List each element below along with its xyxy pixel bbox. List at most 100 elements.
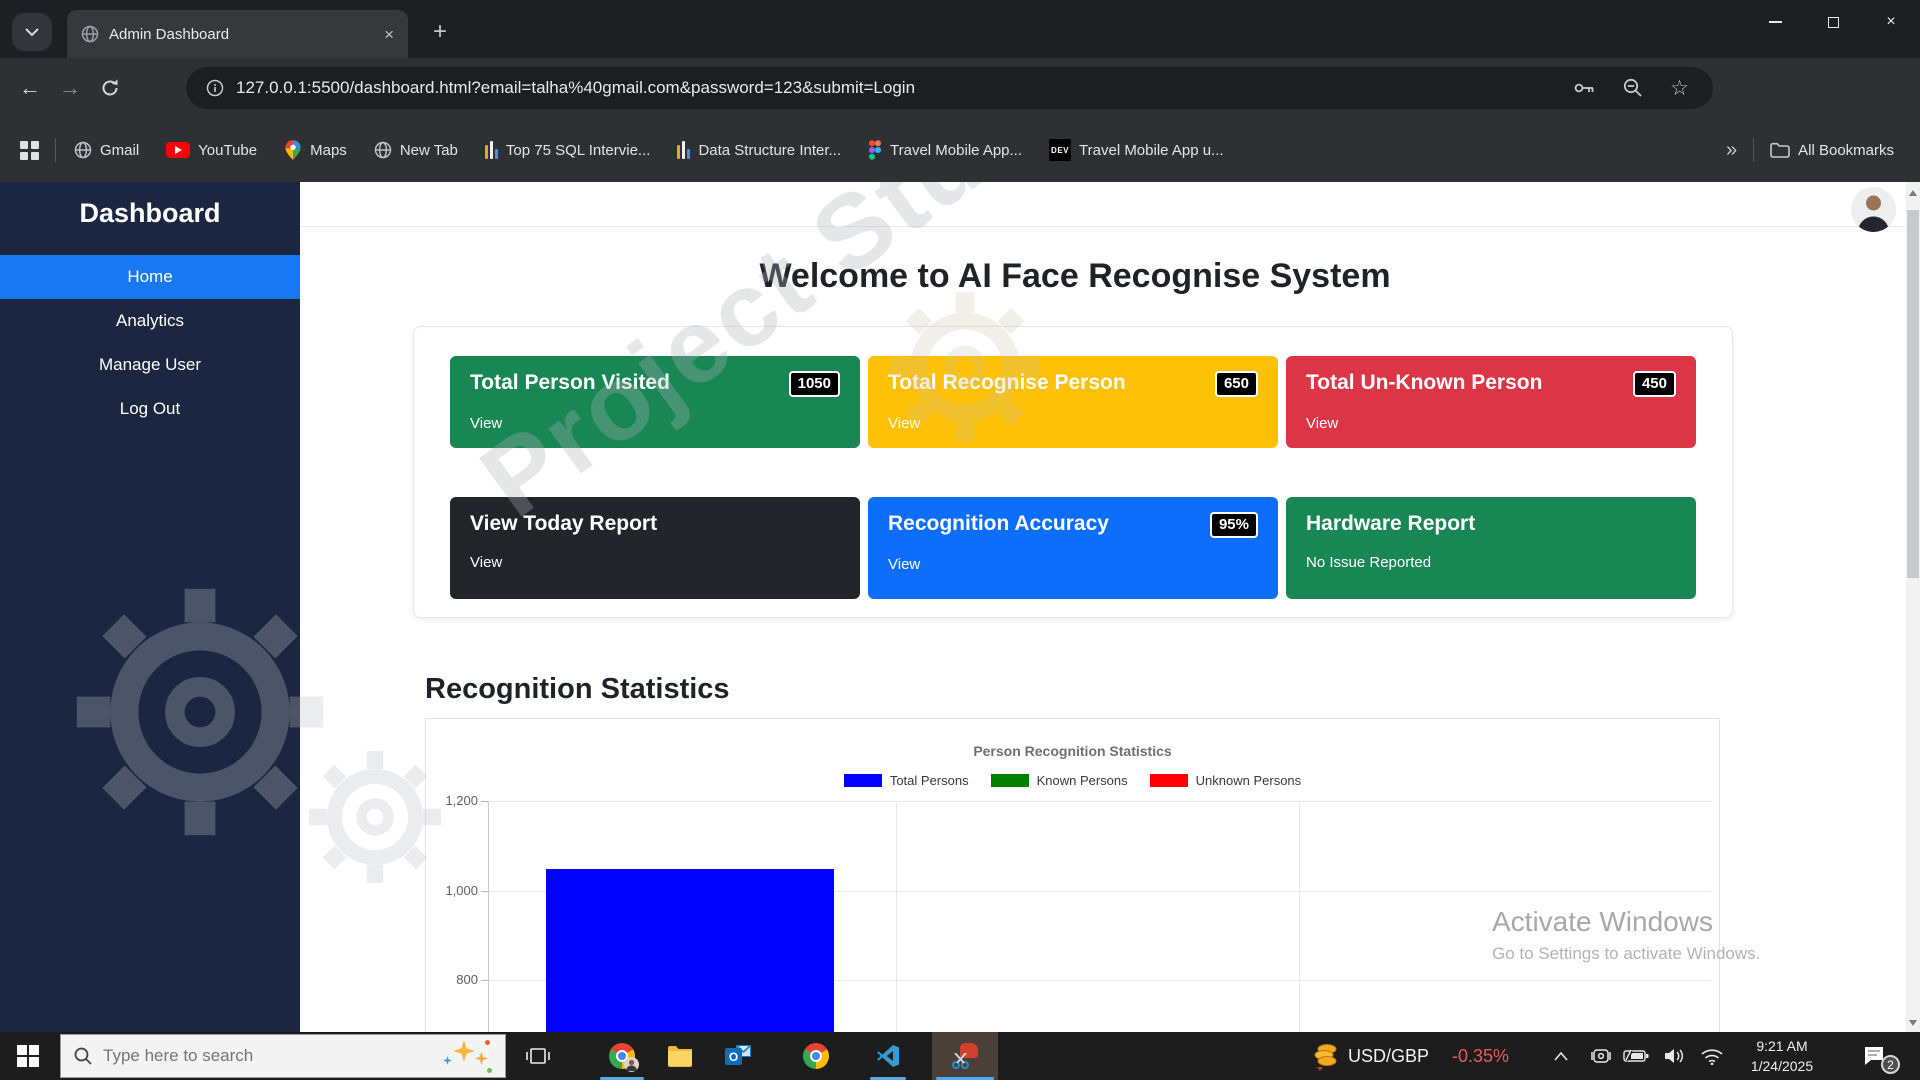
gridline [896,801,897,1032]
taskbar-clock[interactable]: 9:21 AM 1/24/2025 [1734,1032,1830,1080]
legend-item[interactable]: Known Persons [991,773,1128,788]
page-scrollbar[interactable] [1906,182,1920,1032]
coins-icon [1311,1041,1341,1071]
taskbar-search[interactable] [60,1034,506,1078]
globe-icon [81,25,99,43]
all-bookmarks-button[interactable]: All Bookmarks [1770,142,1894,159]
bookmark-dev-travel-app[interactable]: DEV Travel Mobile App u... [1049,139,1224,161]
back-button[interactable]: ← [10,68,50,108]
card-badge: 650 [1215,371,1258,397]
view-link[interactable]: View [888,415,920,432]
card-title: Hardware Report [1306,512,1475,536]
tab-search-button[interactable] [12,13,52,51]
card-hardware-report: Hardware Report No Issue Reported [1286,497,1696,599]
bookmark-youtube[interactable]: YouTube [166,142,257,159]
camera-icon [1590,1047,1612,1065]
bookmarks-divider [55,138,56,162]
card-title: Total Recognise Person [888,371,1126,395]
bookmark-gmail[interactable]: Gmail [74,141,139,159]
card-badge: 95% [1210,512,1258,538]
apps-grid-icon[interactable] [20,141,39,160]
y-tick-label: 800 [426,972,478,987]
activate-windows-watermark: Activate Windows Go to Settings to activ… [1492,906,1760,964]
dev-icon: DEV [1049,139,1071,161]
password-key-icon[interactable] [1572,77,1596,99]
legend-item[interactable]: Unknown Persons [1150,773,1302,788]
bookmarks-overflow-chevron[interactable]: » [1726,139,1737,162]
zoom-icon[interactable] [1622,77,1644,99]
tab-strip: Admin Dashboard × + × [0,0,1920,58]
bookmark-data-structure[interactable]: Data Structure Inter... [677,141,841,159]
wifi-icon [1701,1048,1723,1065]
taskbar-vscode-button[interactable] [862,1032,914,1080]
taskbar-stocks-widget-icon[interactable] [1306,1032,1346,1080]
stock-change[interactable]: -0.35% [1452,1032,1509,1080]
reload-button[interactable] [90,68,130,108]
browser-tab[interactable]: Admin Dashboard × [67,10,408,58]
tray-volume-button[interactable] [1656,1032,1692,1080]
search-input[interactable] [103,1046,431,1066]
bookmark-sql-interview[interactable]: Top 75 SQL Intervie... [485,141,651,159]
minimize-icon [1769,21,1782,23]
bookmark-label: Data Structure Inter... [698,142,841,159]
site-info-icon[interactable] [206,79,224,97]
y-tick-label: 1,200 [426,793,478,808]
folder-icon [1770,142,1790,158]
forward-button[interactable]: → [50,68,90,108]
tray-chevron-up[interactable] [1544,1032,1578,1080]
y-axis-line [488,801,489,1032]
taskbar-chrome-button[interactable] [790,1032,842,1080]
section-heading: Recognition Statistics [425,673,730,706]
date: 1/24/2025 [1751,1056,1813,1076]
sidebar-item-log-out[interactable]: Log Out [0,387,300,431]
sidebar-item-manage-user[interactable]: Manage User [0,343,300,387]
view-link[interactable]: View [470,415,502,432]
tray-wifi-button[interactable] [1694,1032,1730,1080]
tray-battery-button[interactable] [1618,1032,1654,1080]
new-tab-button[interactable]: + [424,16,456,48]
page-title: Welcome to AI Face Recognise System [300,257,1850,296]
window-controls: × [1746,0,1920,44]
start-button[interactable] [0,1032,56,1080]
view-link[interactable]: View [1306,415,1338,432]
taskbar-snipping-tool-button[interactable] [932,1032,998,1080]
tab-close-icon[interactable]: × [384,26,394,43]
card-total-person-visited: Total Person Visited 1050 View [450,356,860,448]
taskbar-outlook-button[interactable]: O [712,1032,764,1080]
bars-icon [677,141,690,159]
page-header [300,182,1906,227]
legend-label: Known Persons [1037,773,1128,788]
bookmark-label: New Tab [400,142,458,159]
bars-icon [485,141,498,159]
stock-ticker[interactable]: USD/GBP [1348,1032,1429,1080]
legend-item[interactable]: Total Persons [844,773,969,788]
reload-icon [100,78,120,98]
stats-cards-panel: Total Person Visited 1050 View Total Rec… [413,326,1733,618]
taskbar-chrome-profile-button[interactable] [596,1032,648,1080]
sidebar-item-analytics[interactable]: Analytics [0,299,300,343]
scroll-down-arrow-icon[interactable] [1909,1020,1917,1026]
notification-center-button[interactable]: 2 [1846,1032,1902,1080]
close-window-button[interactable]: × [1862,0,1920,44]
activate-line1: Activate Windows [1492,906,1760,938]
bookmark-star-icon[interactable]: ☆ [1670,76,1689,101]
url-text[interactable]: 127.0.0.1:5500/dashboard.html?email=talh… [236,78,1572,98]
taskbar-file-explorer-button[interactable] [654,1032,706,1080]
web-page: Dashboard Home Analytics Manage User Log… [0,182,1920,1032]
bookmark-maps[interactable]: Maps [284,139,347,161]
outlook-icon: O [725,1044,751,1068]
maximize-button[interactable] [1804,0,1862,44]
card-title: Total Person Visited [470,371,670,395]
task-view-button[interactable] [514,1032,562,1080]
search-icon [73,1046,93,1066]
scrollbar-thumb[interactable] [1907,210,1919,578]
view-link[interactable]: View [888,556,920,573]
view-link[interactable]: View [470,554,502,571]
tray-camera-button[interactable] [1584,1032,1618,1080]
bookmark-figma-travel-app[interactable]: Travel Mobile App... [868,140,1022,160]
minimize-button[interactable] [1746,0,1804,44]
sidebar-item-home[interactable]: Home [0,255,300,299]
scroll-up-arrow-icon[interactable] [1909,190,1917,196]
bookmark-new-tab[interactable]: New Tab [374,141,458,159]
address-bar[interactable]: 127.0.0.1:5500/dashboard.html?email=talh… [186,67,1713,109]
